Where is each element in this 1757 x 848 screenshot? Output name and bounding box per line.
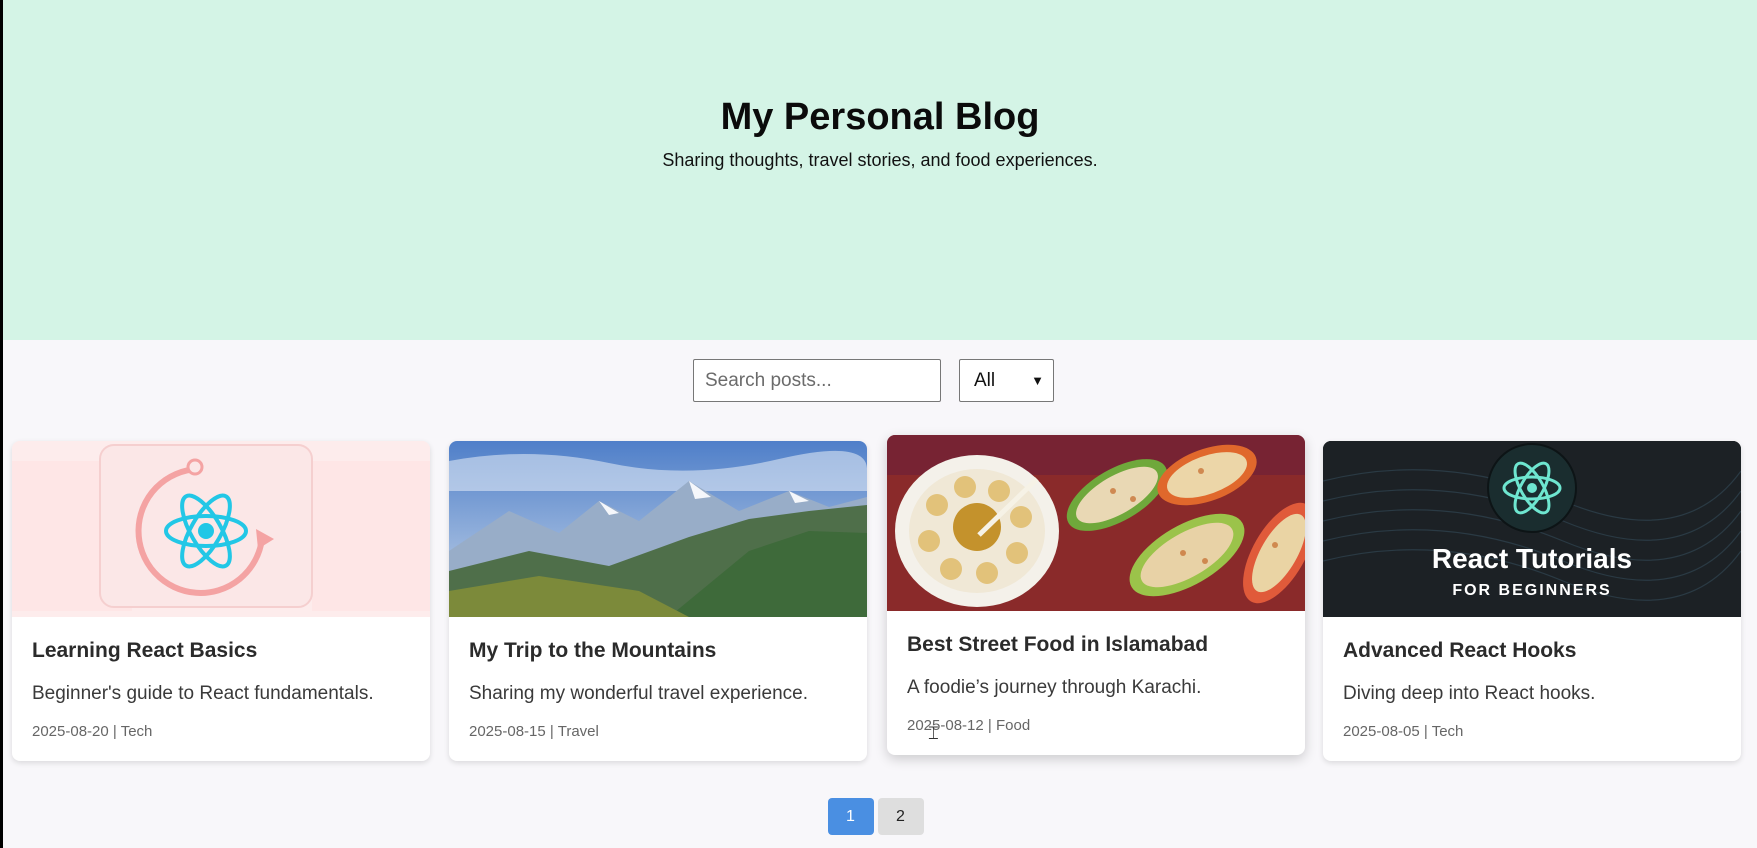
post-thumbnail-street-food: [887, 435, 1305, 611]
post-card[interactable]: Learning React Basics Beginner's guide t…: [12, 441, 430, 761]
thumbnail-subheading: FOR BEGINNERS: [1452, 582, 1612, 599]
meta-separator: |: [112, 723, 117, 740]
street-food-image: [887, 435, 1305, 611]
post-excerpt: Diving deep into React hooks.: [1343, 683, 1596, 704]
category-select[interactable]: All ▼: [959, 359, 1054, 402]
pagination: 1 2: [0, 798, 1757, 835]
post-excerpt: A foodie’s journey through Karachi.: [907, 677, 1202, 698]
page-title: My Personal Blog: [720, 96, 1040, 138]
post-meta: 2025-08-15 | Travel: [469, 723, 847, 740]
post-title[interactable]: My Trip to the Mountains: [469, 639, 847, 663]
post-title[interactable]: Best Street Food in Islamabad: [907, 633, 1285, 657]
post-card[interactable]: Best Street Food in Islamabad A foodie’s…: [887, 435, 1305, 755]
post-meta: 2025-08-20 | Tech: [32, 723, 410, 740]
post-date: 2025-08-20: [32, 723, 109, 740]
page-subtitle: Sharing thoughts, travel stories, and fo…: [662, 150, 1098, 170]
page-button-1[interactable]: 1: [827, 798, 874, 835]
meta-separator: |: [1423, 723, 1428, 740]
post-card[interactable]: React Tutorials FOR BEGINNERS Advanced R…: [1323, 441, 1741, 761]
post-category: Travel: [557, 723, 599, 740]
post-excerpt: Sharing my wonderful travel experience.: [469, 683, 809, 704]
page-button-2[interactable]: 2: [877, 798, 924, 835]
meta-separator: |: [987, 717, 992, 734]
thumbnail-heading: React Tutorials: [1431, 543, 1633, 574]
post-category: Tech: [120, 723, 153, 740]
post-date: 2025-08-12: [907, 717, 984, 734]
post-meta: 2025-08-05 | Tech: [1343, 723, 1721, 740]
post-meta: 2025-08-12 | Food: [907, 717, 1285, 734]
post-thumbnail-react: [12, 441, 430, 617]
meta-separator: |: [549, 723, 554, 740]
react-logo-icon: [1527, 483, 1537, 493]
blog-header: My Personal Blog Sharing thoughts, trave…: [3, 0, 1757, 340]
post-thumbnail-react-tutorials: React Tutorials FOR BEGINNERS: [1323, 441, 1741, 617]
react-logo-icon: [12, 441, 430, 617]
post-category: Tech: [1431, 723, 1464, 740]
mountain-landscape-image: [449, 441, 867, 617]
post-date: 2025-08-15: [469, 723, 546, 740]
post-title[interactable]: Learning React Basics: [32, 639, 410, 663]
post-category: Food: [995, 717, 1031, 734]
post-title[interactable]: Advanced React Hooks: [1343, 639, 1721, 663]
post-excerpt: Beginner's guide to React fundamentals.: [32, 683, 374, 704]
chevron-down-icon: ▼: [1031, 373, 1044, 388]
filter-controls: All ▼: [0, 359, 1757, 402]
text-cursor-icon: ⌶: [928, 723, 939, 744]
post-thumbnail-mountains: [449, 441, 867, 617]
search-input[interactable]: [693, 359, 941, 402]
post-date: 2025-08-05: [1343, 723, 1420, 740]
category-select-value: All: [974, 369, 996, 391]
post-card[interactable]: My Trip to the Mountains Sharing my wond…: [449, 441, 867, 761]
